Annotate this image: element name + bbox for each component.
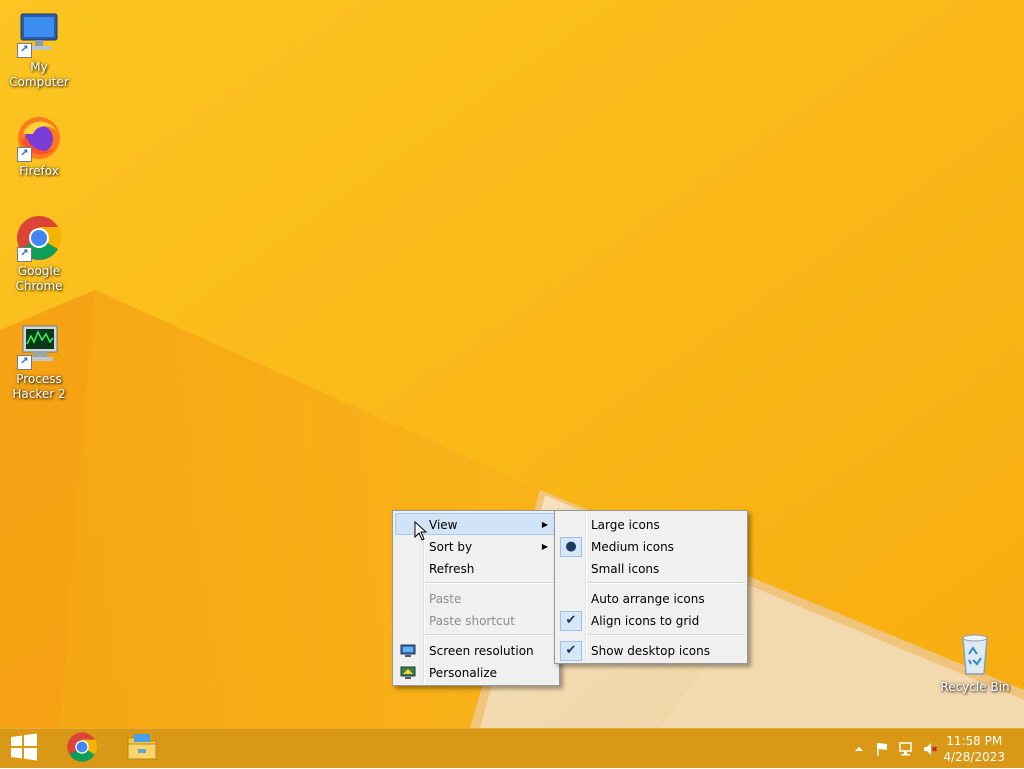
menu-item-screen-resolution[interactable]: Screen resolution: [395, 639, 557, 661]
start-button[interactable]: [0, 729, 48, 769]
process-hacker-icon: ↗: [15, 322, 63, 370]
menu-separator: [587, 634, 745, 636]
clock-time: 11:58 PM: [946, 734, 1003, 748]
computer-icon: ↗: [15, 10, 63, 58]
desktop-icon-firefox[interactable]: ↗ Firefox: [0, 114, 78, 179]
desktop-icon-process-hacker[interactable]: ↗ Process Hacker 2: [0, 322, 78, 402]
personalize-icon: [400, 665, 416, 679]
desktop-icon-google-chrome[interactable]: ↗ Google Chrome: [0, 214, 78, 294]
submenu-arrow-icon: ▶: [541, 520, 548, 529]
desktop-icon-label: My Computer: [9, 60, 69, 89]
menu-item-refresh[interactable]: Refresh: [395, 557, 557, 579]
menu-item-paste[interactable]: Paste: [395, 587, 557, 609]
menu-item-auto-arrange-icons[interactable]: Auto arrange icons: [557, 587, 745, 609]
menu-item-show-desktop-icons[interactable]: ✔ Show desktop icons: [557, 639, 745, 661]
desktop-icon-my-computer[interactable]: ↗ My Computer: [0, 10, 78, 90]
view-submenu: Large icons ● Medium icons Small icons A…: [554, 510, 748, 664]
taskbar-file-explorer-button[interactable]: [118, 729, 166, 769]
menu-item-small-icons[interactable]: Small icons: [557, 557, 745, 579]
menu-item-align-icons-to-grid[interactable]: ✔ Align icons to grid: [557, 609, 745, 631]
desktop-icon-label: Google Chrome: [15, 264, 63, 293]
desktop-icon-label: Process Hacker 2: [12, 372, 66, 401]
desktop-icon-label: Firefox: [19, 164, 59, 178]
screen-resolution-icon: [400, 643, 416, 657]
menu-item-paste-shortcut[interactable]: Paste shortcut: [395, 609, 557, 631]
checkmark-icon: ✔: [560, 611, 582, 631]
file-explorer-icon: [126, 732, 158, 766]
submenu-arrow-icon: ▶: [541, 542, 548, 551]
chrome-icon: ↗: [15, 214, 63, 262]
menu-item-large-icons[interactable]: Large icons: [557, 513, 745, 535]
firefox-icon: ↗: [15, 114, 63, 162]
desktop[interactable]: ↗ My Computer ↗ Firefox ↗ Google Chrome …: [0, 0, 1024, 728]
action-center-flag-icon[interactable]: [874, 741, 890, 757]
tray-overflow-icon[interactable]: [851, 741, 867, 757]
menu-separator: [587, 582, 745, 584]
recycle-bin-icon: [951, 630, 999, 678]
mouse-cursor-icon: [414, 520, 428, 545]
menu-item-personalize[interactable]: Personalize: [395, 661, 557, 683]
windows-start-icon: [10, 733, 38, 765]
taskbar: 11:58 PM 4/28/2023: [0, 728, 1024, 768]
clock-date: 4/28/2023: [943, 750, 1005, 764]
menu-item-medium-icons[interactable]: ● Medium icons: [557, 535, 745, 557]
desktop-icon-label: Recycle Bin: [940, 680, 1010, 694]
network-icon[interactable]: [898, 741, 914, 757]
menu-separator: [425, 582, 557, 584]
volume-muted-icon[interactable]: [922, 741, 938, 757]
menu-separator: [425, 634, 557, 636]
chrome-icon: [66, 731, 98, 767]
taskbar-clock[interactable]: 11:58 PM 4/28/2023: [943, 733, 1005, 765]
checkmark-icon: ✔: [560, 641, 582, 661]
taskbar-chrome-button[interactable]: [58, 729, 106, 769]
desktop-icon-recycle-bin[interactable]: Recycle Bin: [936, 630, 1014, 695]
radio-dot-icon: ●: [560, 537, 582, 557]
